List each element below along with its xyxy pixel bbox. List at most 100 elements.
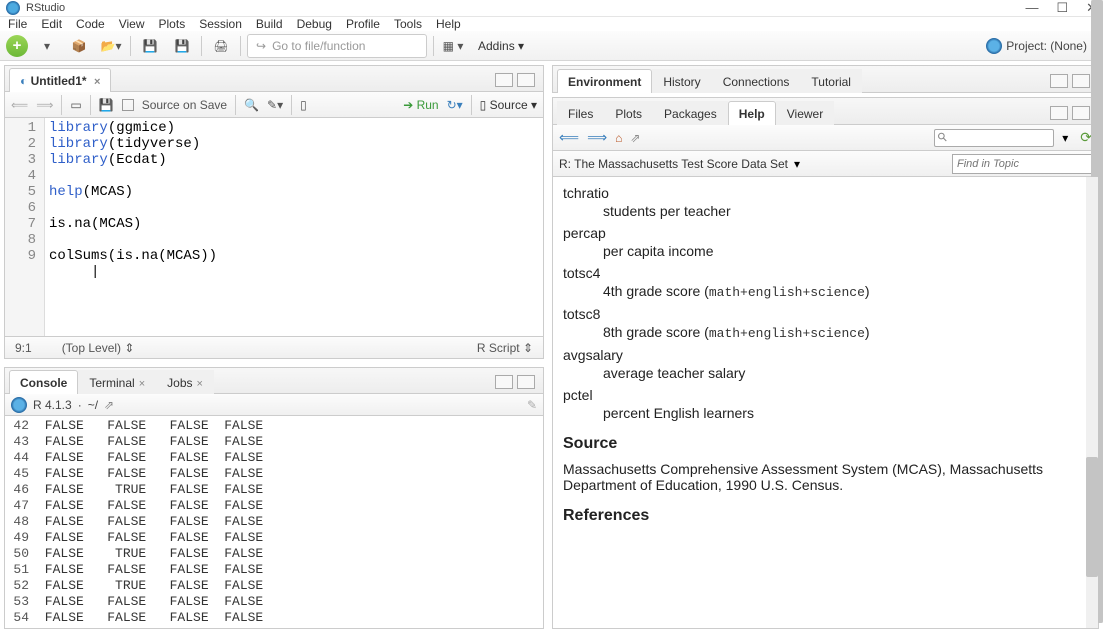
project-icon (986, 38, 1002, 54)
lang-picker[interactable]: R Script ⇕ (477, 341, 533, 355)
tab-viewer[interactable]: Viewer (776, 101, 834, 125)
titlebar: RStudio — ☐ ✕ (0, 0, 1103, 17)
help-scrollbar[interactable] (1086, 177, 1098, 628)
topic-dropdown-icon[interactable]: ▾ (794, 157, 800, 171)
open-file-button[interactable]: 📂▾ (98, 34, 124, 58)
broom-icon[interactable]: ✎ (527, 398, 537, 412)
pane-minimize-icon[interactable] (495, 375, 513, 389)
tab-terminal[interactable]: Terminal× (78, 370, 156, 394)
env-tabs: Environment History Connections Tutorial (552, 65, 1099, 93)
help-content[interactable]: tchratiostudents per teacherpercapper ca… (553, 177, 1098, 628)
menu-code[interactable]: Code (76, 17, 105, 31)
save-button[interactable]: 💾 (137, 34, 163, 58)
wd-popout-icon[interactable]: ⇗ (104, 398, 114, 412)
help-home-icon[interactable]: ⌂ (615, 131, 622, 145)
addins-menu[interactable]: Addins ▾ (472, 39, 530, 53)
working-dir[interactable]: ~/ (88, 398, 98, 412)
save-all-button[interactable]: 💾 (169, 34, 195, 58)
tab-jobs[interactable]: Jobs× (156, 370, 214, 394)
nav-back-icon[interactable]: ⟸ (11, 98, 28, 112)
menu-profile[interactable]: Profile (346, 17, 380, 31)
find-in-topic-input[interactable] (952, 154, 1092, 174)
pane-minimize-icon[interactable] (1050, 74, 1068, 88)
new-project-button[interactable]: 📦 (66, 34, 92, 58)
print-button[interactable]: 🖨 (208, 34, 234, 58)
tab-environment[interactable]: Environment (557, 69, 652, 93)
help-desc: percent English learners (603, 405, 1088, 421)
tab-console[interactable]: Console (9, 370, 78, 394)
save-file-icon[interactable]: 💾 (99, 98, 114, 112)
run-button[interactable]: ➔ Run (403, 98, 438, 112)
menu-view[interactable]: View (119, 17, 145, 31)
tab-title: Untitled1* (31, 74, 87, 88)
menu-plots[interactable]: Plots (159, 17, 186, 31)
project-menu[interactable]: Project: (None) ▾ (986, 38, 1097, 54)
tab-packages[interactable]: Packages (653, 101, 728, 125)
tab-connections[interactable]: Connections (712, 69, 801, 93)
pane-maximize-icon[interactable] (1072, 106, 1090, 120)
help-source-text: Massachusetts Comprehensive Assessment S… (563, 461, 1088, 493)
new-file-button[interactable]: + (6, 35, 28, 57)
rerun-icon[interactable]: ↻▾ (447, 98, 463, 112)
console-toolbar: R 4.1.3 · ~/ ⇗ ✎ (5, 394, 543, 416)
help-fwd-icon[interactable]: ⟹ (587, 129, 607, 146)
main-toolbar: + ▾ 📦 📂▾ 💾 💾 🖨 ↪ Go to file/function ▦ ▾… (0, 31, 1103, 61)
source-on-save-label: Source on Save (142, 98, 227, 112)
help-desc: per capita income (603, 243, 1088, 259)
pane-minimize-icon[interactable] (1050, 106, 1068, 120)
tab-plots[interactable]: Plots (604, 101, 653, 125)
menubar: File Edit Code View Plots Session Build … (0, 17, 1103, 31)
search-dropdown-icon[interactable]: ▾ (1062, 131, 1068, 145)
pane-maximize-icon[interactable] (1072, 74, 1090, 88)
menu-edit[interactable]: Edit (41, 17, 62, 31)
tab-help[interactable]: Help (728, 101, 776, 125)
tab-history[interactable]: History (652, 69, 711, 93)
menu-help[interactable]: Help (436, 17, 461, 31)
window-title: RStudio (26, 2, 65, 14)
help-term: totsc8 (563, 306, 1088, 322)
grid-button[interactable]: ▦ ▾ (440, 34, 466, 58)
minimize-button[interactable]: — (1025, 0, 1038, 16)
menu-debug[interactable]: Debug (297, 17, 332, 31)
goto-file-function-input[interactable]: ↪ Go to file/function (247, 34, 427, 58)
source-tab-untitled1[interactable]: ◐ Untitled1* × (9, 68, 111, 92)
goto-icon: ↪ (256, 39, 266, 53)
pane-maximize-icon[interactable] (517, 73, 535, 87)
nav-fwd-icon[interactable]: ⟹ (36, 98, 53, 112)
help-popout-icon[interactable]: ⇗ (630, 131, 640, 145)
help-term: tchratio (563, 185, 1088, 201)
r-logo-icon (11, 397, 27, 413)
console-output[interactable]: 42 43 44 45 46 47 48 49 50 51 52 53 54 F… (5, 416, 543, 628)
menu-file[interactable]: File (8, 17, 27, 31)
help-term: pctel (563, 387, 1088, 403)
source-on-save-checkbox[interactable] (122, 99, 134, 111)
scope-picker[interactable]: (Top Level) ⇕ (62, 341, 135, 355)
find-icon[interactable]: 🔍 (244, 98, 259, 112)
compile-icon[interactable]: ▯ (300, 98, 307, 112)
pane-maximize-icon[interactable] (517, 375, 535, 389)
editor-body[interactable]: 123456789 library(ggmice) library(tidyve… (5, 118, 543, 336)
close-tab-icon[interactable]: × (94, 76, 100, 88)
editor-statusbar: 9:1 (Top Level) ⇕ R Script ⇕ (5, 336, 543, 358)
code-area[interactable]: library(ggmice) library(tidyverse) libra… (45, 118, 543, 336)
menu-build[interactable]: Build (256, 17, 283, 31)
line-gutter: 123456789 (5, 118, 45, 336)
menu-session[interactable]: Session (199, 17, 242, 31)
tab-files[interactable]: Files (557, 101, 604, 125)
pane-minimize-icon[interactable] (495, 73, 513, 87)
menu-tools[interactable]: Tools (394, 17, 422, 31)
tab-tutorial[interactable]: Tutorial (800, 69, 862, 93)
help-tabs: Files Plots Packages Help Viewer (552, 97, 1099, 125)
wand-icon[interactable]: ✎▾ (267, 98, 283, 112)
popout-icon[interactable]: ▭ (70, 98, 81, 112)
help-back-icon[interactable]: ⟸ (559, 129, 579, 146)
help-search-input[interactable] (934, 129, 1054, 147)
help-nav-toolbar: ⟸ ⟹ ⌂ ⇗ ▾ ⟳ (553, 125, 1098, 151)
source-button[interactable]: ▯ Source ▾ (480, 98, 537, 112)
new-file-dropdown-icon[interactable]: ▾ (34, 34, 60, 58)
help-source-heading: Source (563, 435, 1088, 453)
close-icon[interactable]: × (139, 378, 145, 390)
close-icon[interactable]: × (197, 378, 203, 390)
project-label: Project: (None) (1006, 39, 1087, 53)
maximize-button[interactable]: ☐ (1056, 0, 1068, 16)
